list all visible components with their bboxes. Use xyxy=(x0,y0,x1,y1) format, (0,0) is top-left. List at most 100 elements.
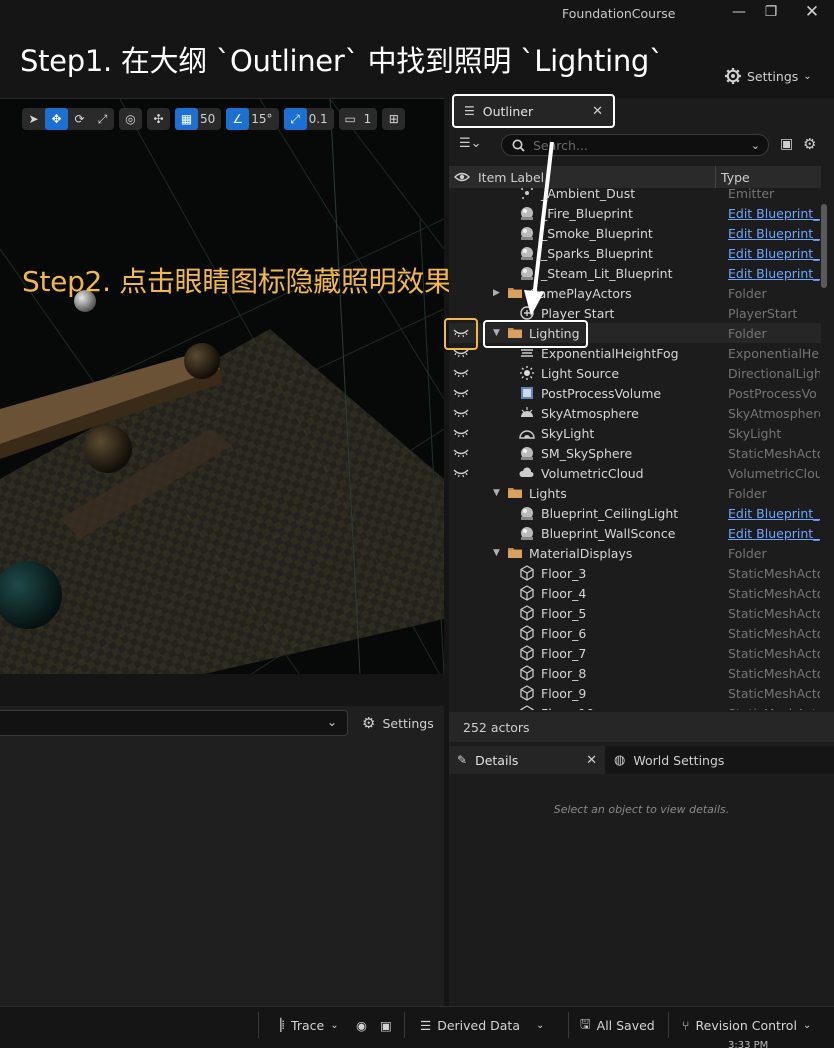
scale-snap-control[interactable]: ⤢ 0.1 xyxy=(283,108,334,130)
top-settings-button[interactable]: Settings ⌄ xyxy=(724,64,812,88)
outliner-row[interactable]: Floor_5 StaticMeshActo xyxy=(449,603,821,623)
all-saved-label: All Saved xyxy=(596,1017,655,1033)
lower-left-dropdown[interactable]: ⌄ xyxy=(0,710,348,736)
chevron-down-icon: ⌄ xyxy=(326,715,337,729)
rotation-snap-control[interactable]: ∠ 15° xyxy=(226,108,279,130)
outliner-row[interactable]: _Fire_Blueprint Edit Blueprint_E xyxy=(449,203,821,223)
outliner-row[interactable]: Floor_9 StaticMeshActo xyxy=(449,683,821,703)
camera-icon: ▭ xyxy=(344,112,356,126)
sphere-icon xyxy=(519,505,535,521)
row-type: VolumetricClouc xyxy=(728,465,820,481)
rotate-tool-icon[interactable]: ⟳ xyxy=(68,108,91,130)
edit-blueprint-link[interactable]: Edit Blueprint_E xyxy=(728,226,820,241)
outliner-row[interactable]: SkyLight SkyLight xyxy=(449,423,821,443)
outliner-row[interactable]: Floor_3 StaticMeshActo xyxy=(449,563,821,583)
chevron-down-icon[interactable]: ⌄ xyxy=(751,139,760,152)
row-type: ExponentialHeig xyxy=(728,345,820,361)
grid-snap-control[interactable]: ▦ 50 xyxy=(175,108,222,130)
scale-tool-icon[interactable]: ⤢ xyxy=(91,108,114,130)
viewport-layout-button[interactable]: ⊞ xyxy=(382,108,406,130)
row-type: PostProcessVo xyxy=(728,385,817,401)
add-folder-icon[interactable]: ▣ xyxy=(780,136,793,152)
grid-snap-value: 50 xyxy=(200,112,216,126)
screenshot-button[interactable]: ▣ xyxy=(380,1012,392,1038)
expand-arrow-icon[interactable]: ▼ xyxy=(493,548,500,558)
outliner-tree: _Ambient_Dust Emitter _Fire_Blueprint Edit … xyxy=(449,182,821,710)
outliner-row[interactable]: _Smoke_Blueprint Edit Blueprint_E xyxy=(449,223,821,243)
close-window-button[interactable]: ✕ xyxy=(800,2,824,22)
outliner-folder-row[interactable]: ▶ GamePlayActors Folder xyxy=(449,283,821,303)
outliner-row[interactable]: Floor_6 StaticMeshActo xyxy=(449,623,821,643)
revision-control-dropdown[interactable]: ⑂ Revision Control ⌄ xyxy=(682,1012,811,1038)
select-tool-icon[interactable]: ➤ xyxy=(22,108,45,130)
outliner-folder-row[interactable]: ▼ MaterialDisplays Folder xyxy=(449,543,821,563)
level-viewport[interactable]: ➤ ✥ ⟳ ⤢ ◎ ✣ ▦ 50 ∠ 15° ⤢ 0.1 ▭ 1 ⊞ xyxy=(0,98,444,674)
details-empty-message: Select an object to view details. xyxy=(553,803,730,816)
outliner-row[interactable]: Blueprint_WallSconce Edit Blueprint_W xyxy=(449,523,821,543)
outliner-row[interactable]: _Steam_Lit_Blueprint Edit Blueprint_E xyxy=(449,263,821,283)
outliner-row[interactable]: Floor_7 StaticMeshActo xyxy=(449,643,821,663)
outliner-row[interactable]: _Ambient_Dust Emitter xyxy=(449,183,821,203)
derived-data-dropdown[interactable]: ☰ Derived Data ⌄ xyxy=(420,1012,544,1038)
record-button[interactable]: ◉ xyxy=(356,1012,367,1038)
gear-icon[interactable]: ⚙ xyxy=(803,135,816,153)
restore-button[interactable]: ❐ xyxy=(759,2,783,22)
close-tab-icon[interactable]: ✕ xyxy=(586,753,597,768)
edit-blueprint-link[interactable]: Edit Blueprint_W xyxy=(728,526,820,541)
row-label: Floor_6 xyxy=(541,625,587,641)
status-separator xyxy=(668,1012,669,1038)
tab-outliner[interactable]: ☰ Outliner ✕ xyxy=(452,94,615,128)
outliner-row[interactable]: Floor_8 StaticMeshActo xyxy=(449,663,821,683)
step2-annotation: Step2. 点击眼睛图标隐藏照明效果 xyxy=(22,265,452,298)
sphere-icon xyxy=(519,445,535,461)
visibility-eye-icon[interactable] xyxy=(453,426,469,440)
visibility-eye-icon[interactable] xyxy=(453,466,469,480)
outliner-row[interactable]: Floor_10 StaticMeshActo xyxy=(449,703,821,710)
outliner-row[interactable]: PostProcessVolume PostProcessVo xyxy=(449,383,821,403)
outliner-row[interactable]: Blueprint_CeilingLight Edit Blueprint_C xyxy=(449,503,821,523)
move-tool-icon[interactable]: ✥ xyxy=(45,108,68,130)
layout-grid-icon: ⊞ xyxy=(388,112,399,126)
outliner-row[interactable]: _Sparks_Blueprint Edit Blueprint_E xyxy=(449,243,821,263)
world-local-toggle[interactable]: ◎ xyxy=(119,108,142,130)
actor-count: 252 actors xyxy=(463,720,530,735)
outliner-scrollbar[interactable] xyxy=(821,204,827,288)
lower-left-settings-button[interactable]: ⚙ Settings xyxy=(362,714,434,732)
visibility-eye-icon[interactable] xyxy=(453,366,469,380)
edit-blueprint-link[interactable]: Edit Blueprint_E xyxy=(728,266,820,281)
outliner-folder-row[interactable]: ▼ Lights Folder xyxy=(449,483,821,503)
expand-arrow-icon[interactable]: ▼ xyxy=(493,488,500,498)
rotation-snap-icon: ∠ xyxy=(226,108,250,130)
row-type: StaticMeshActo xyxy=(728,445,820,461)
row-type: Folder xyxy=(728,485,767,501)
outliner-row[interactable]: Floor_4 StaticMeshActo xyxy=(449,583,821,603)
row-label: Floor_5 xyxy=(541,605,587,621)
close-tab-icon[interactable]: ✕ xyxy=(592,104,603,119)
visibility-eye-icon[interactable] xyxy=(453,446,469,460)
visibility-eye-icon[interactable] xyxy=(453,386,469,400)
filter-icon[interactable]: ☰⌄ xyxy=(459,136,482,151)
visibility-eye-icon[interactable] xyxy=(453,406,469,420)
minimize-button[interactable]: — xyxy=(727,2,751,22)
outliner-row[interactable]: SkyAtmosphere SkyAtmosphere xyxy=(449,403,821,423)
expand-arrow-icon[interactable]: ▶ xyxy=(493,288,500,298)
tab-details[interactable]: ✎ Details ✕ xyxy=(449,746,605,774)
edit-blueprint-link[interactable]: Edit Blueprint_C xyxy=(728,506,820,521)
outliner-row[interactable]: Light Source DirectionalLight xyxy=(449,363,821,383)
row-type: StaticMeshActo xyxy=(728,685,820,701)
folder-icon xyxy=(507,545,523,561)
all-saved-button[interactable]: 🖫 All Saved xyxy=(580,1012,655,1038)
folder-icon xyxy=(507,485,523,501)
surface-snap-toggle[interactable]: ✣ xyxy=(147,108,170,130)
tab-world-settings[interactable]: ◍ World Settings xyxy=(614,746,724,774)
camera-speed-value: 1 xyxy=(363,112,372,126)
trace-dropdown[interactable]: ▕⁞ Trace ⌄ xyxy=(272,1012,339,1038)
edit-blueprint-link[interactable]: Edit Blueprint_E xyxy=(728,206,820,221)
edit-blueprint-link[interactable]: Edit Blueprint_E xyxy=(728,246,820,261)
outliner-row[interactable]: SM_SkySphere StaticMeshActo xyxy=(449,443,821,463)
row-label: Floor_3 xyxy=(541,565,587,581)
camera-speed-control[interactable]: ▭ 1 xyxy=(338,108,378,130)
outliner-row[interactable]: VolumetricCloud VolumetricClouc xyxy=(449,463,821,483)
annotation-arrow xyxy=(524,141,554,316)
row-label: SkyAtmosphere xyxy=(541,405,639,421)
